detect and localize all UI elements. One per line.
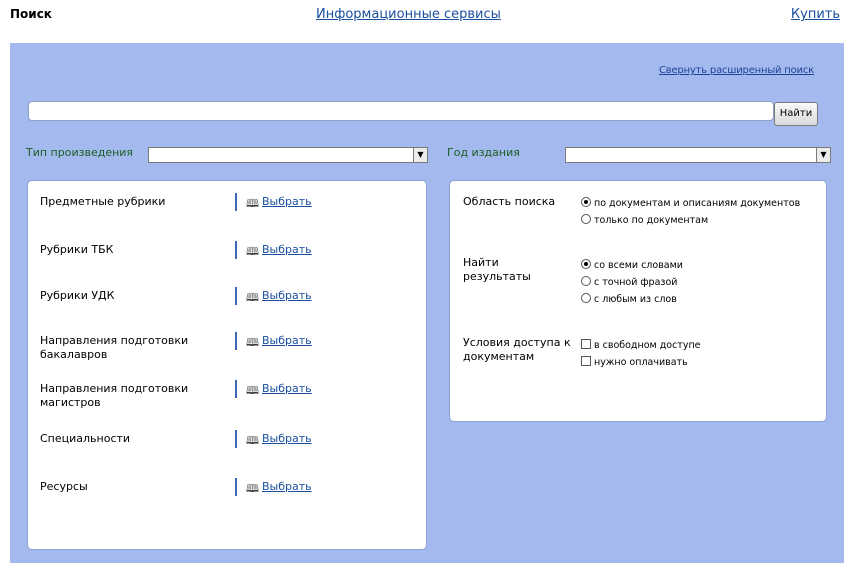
rubric-row: Направления подготовки магистров 🕮 Выбра… <box>40 380 420 416</box>
divider <box>235 478 237 496</box>
buy-link[interactable]: Купить <box>791 7 840 22</box>
find-button[interactable]: Найти <box>774 102 818 126</box>
search-options-card: Область поиска по документам и описаниям… <box>450 181 826 421</box>
book-icon: 🕮 <box>246 245 259 258</box>
search-input[interactable] <box>28 101 774 121</box>
scope-option[interactable]: по документам и описаниям документов <box>581 197 800 210</box>
rubric-row: Ресурсы 🕮 Выбрать <box>40 478 420 514</box>
collapse-advanced-search-link[interactable]: Свернуть расширенный поиск <box>659 65 814 76</box>
scope-label: Область поиска <box>463 195 556 208</box>
book-icon: 🕮 <box>246 291 259 304</box>
rubric-label: Рубрики ТБК <box>40 243 114 256</box>
access-option[interactable]: нужно оплачивать <box>581 356 688 369</box>
radio[interactable] <box>581 214 591 224</box>
access-option-label: нужно оплачивать <box>594 357 688 368</box>
access-option[interactable]: в свободном доступе <box>581 339 701 352</box>
divider <box>235 332 237 350</box>
scope-option[interactable]: только по документам <box>581 214 708 227</box>
book-icon: 🕮 <box>246 384 259 397</box>
choose-link[interactable]: Выбрать <box>262 289 312 302</box>
results-option[interactable]: с точной фразой <box>581 276 677 289</box>
rubric-label: Направления подготовки магистров <box>40 382 189 409</box>
work-type-label: Тип произведения <box>26 146 134 159</box>
radio-checked[interactable] <box>581 197 591 207</box>
rubric-row: Направления подготовки бакалавров 🕮 Выбр… <box>40 332 420 368</box>
scope-option-label: по документам и описаниям документов <box>594 198 801 209</box>
divider <box>235 193 237 211</box>
radio-checked[interactable] <box>581 259 591 269</box>
results-label: Найти результаты <box>463 256 531 283</box>
book-icon: 🕮 <box>246 434 259 447</box>
divider <box>235 287 237 305</box>
scope-option-label: только по документам <box>594 215 709 226</box>
advanced-search-panel: Свернуть расширенный поиск Найти Тип про… <box>10 43 844 563</box>
results-option-label: с точной фразой <box>594 277 678 288</box>
choose-link[interactable]: Выбрать <box>262 243 312 256</box>
divider <box>235 430 237 448</box>
year-select[interactable]: ▼ <box>565 147 831 163</box>
chevron-down-icon: ▼ <box>413 148 427 162</box>
book-icon: 🕮 <box>246 482 259 495</box>
rubric-row: Специальности 🕮 Выбрать <box>40 430 420 466</box>
search-heading: Поиск <box>10 7 52 21</box>
rubric-label: Ресурсы <box>40 480 88 493</box>
divider <box>235 241 237 259</box>
access-option-label: в свободном доступе <box>594 340 701 351</box>
services-link[interactable]: Информационные сервисы <box>316 7 501 22</box>
radio[interactable] <box>581 276 591 286</box>
book-icon: 🕮 <box>246 197 259 210</box>
work-type-select[interactable]: ▼ <box>148 147 428 163</box>
year-label: Год издания <box>447 146 520 159</box>
results-option-label: с любым из слов <box>594 294 677 305</box>
choose-link[interactable]: Выбрать <box>262 432 312 445</box>
choose-link[interactable]: Выбрать <box>262 480 312 493</box>
access-label: Условия доступа к документам <box>463 336 571 363</box>
choose-link[interactable]: Выбрать <box>262 334 312 347</box>
rubric-label: Направления подготовки бакалавров <box>40 334 189 361</box>
rubrics-card: Предметные рубрики 🕮 Выбрать Рубрики ТБК… <box>28 181 426 549</box>
choose-link[interactable]: Выбрать <box>262 195 312 208</box>
rubric-row: Рубрики УДК 🕮 Выбрать <box>40 287 420 323</box>
rubric-label: Предметные рубрики <box>40 195 166 208</box>
checkbox[interactable] <box>581 356 591 366</box>
chevron-down-icon: ▼ <box>816 148 830 162</box>
results-option[interactable]: с любым из слов <box>581 293 677 306</box>
results-option-label: со всеми словами <box>594 260 683 271</box>
radio[interactable] <box>581 293 591 303</box>
divider <box>235 380 237 398</box>
rubric-label: Специальности <box>40 432 131 445</box>
rubric-row: Рубрики ТБК 🕮 Выбрать <box>40 241 420 277</box>
checkbox[interactable] <box>581 339 591 349</box>
rubric-row: Предметные рубрики 🕮 Выбрать <box>40 193 420 229</box>
choose-link[interactable]: Выбрать <box>262 382 312 395</box>
top-bar: Поиск Информационные сервисы Купить <box>0 0 844 30</box>
results-option[interactable]: со всеми словами <box>581 259 683 272</box>
rubric-label: Рубрики УДК <box>40 289 115 302</box>
book-icon: 🕮 <box>246 336 259 349</box>
